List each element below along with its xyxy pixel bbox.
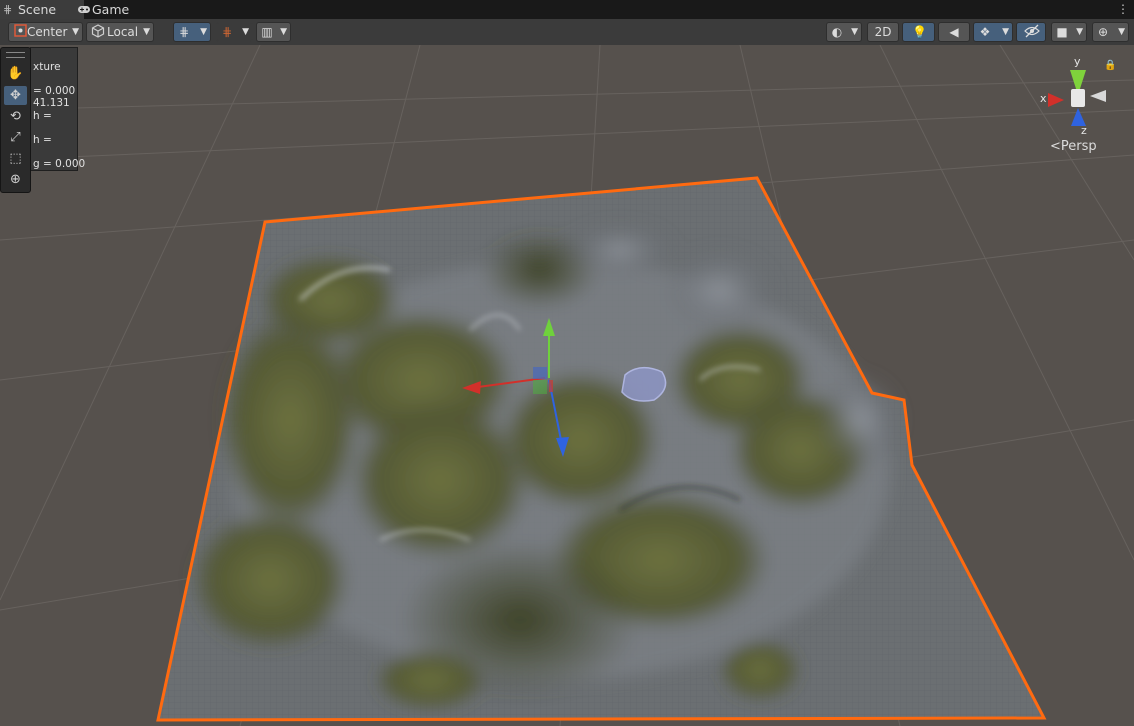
projection-label: Persp xyxy=(1060,139,1097,154)
toggle-2d-label: 2D xyxy=(874,25,892,39)
rect-icon: ⬚ xyxy=(9,151,22,166)
camera-dropdown[interactable]: ■ ▼ xyxy=(1051,22,1087,42)
gizmo-globe-icon: ⊕ xyxy=(1097,25,1109,39)
gamepad-icon xyxy=(77,3,90,16)
tools-panel: ✋ ✥ ⟲ ⤢ ⬚ ⊕ xyxy=(0,47,31,193)
lighting-toggle[interactable]: 💡 xyxy=(902,22,935,42)
lightbulb-icon: 💡 xyxy=(912,25,927,39)
overlay-info-panel: xture = 0.000 41.131 h = h = g = 0.000 xyxy=(30,47,85,171)
pivot-center-icon xyxy=(13,24,27,40)
overlay-line-2: = 0.000 xyxy=(33,85,76,97)
scale-icon: ⤢ xyxy=(10,130,21,145)
selected-rock[interactable] xyxy=(621,366,667,402)
lock-icon[interactable]: 🔒 xyxy=(1104,60,1116,72)
chevron-down-icon: ▼ xyxy=(1076,27,1083,37)
chevron-down-icon: ▼ xyxy=(143,27,150,37)
scale-tool-button[interactable]: ⤢ xyxy=(4,128,27,147)
tab-game-label: Game xyxy=(92,2,130,17)
effects-icon: ❖ xyxy=(979,25,991,39)
persp-chevron-icon: < xyxy=(1050,139,1061,154)
scene-visibility-toggle[interactable] xyxy=(1016,22,1046,42)
hand-icon: ✋ xyxy=(7,66,24,81)
transform-icon: ⊕ xyxy=(10,172,21,187)
axis-y-label: y xyxy=(1074,55,1081,68)
tab-game[interactable]: Game xyxy=(74,0,152,19)
pivot-mode-label: Center xyxy=(27,25,68,39)
pivot-rotation-label: Local xyxy=(107,25,139,39)
panel-drag-handle[interactable] xyxy=(6,52,25,58)
rect-tool-button[interactable]: ⬚ xyxy=(4,149,27,168)
grid-snap-icon: ⋕ xyxy=(178,25,190,39)
overlay-line-5: h = xyxy=(33,134,52,146)
chevron-down-icon: ▼ xyxy=(200,27,207,37)
overlay-line-4: h = xyxy=(33,110,52,122)
eye-off-icon xyxy=(1024,24,1040,40)
rotate-tool-button[interactable]: ⟲ xyxy=(4,107,27,126)
rotate-icon: ⟲ xyxy=(10,109,21,124)
shaded-sphere-icon: ◐ xyxy=(831,25,843,39)
scene-toolbar: Center ▼ Local ▼ ⋕ ▼ ⋕ ▼ ▥ ▼ ◐ ▼ 2D 💡 ◀ … xyxy=(0,2,1134,46)
grid-snapping-toggle[interactable]: ⋕ ▼ xyxy=(173,22,211,42)
speaker-muted-icon: ◀ xyxy=(949,25,959,39)
chevron-down-icon: ▼ xyxy=(1002,27,1009,37)
scene-viewport[interactable] xyxy=(0,45,1134,726)
axis-z-label: z xyxy=(1081,124,1087,137)
pivot-rotation-dropdown[interactable]: Local ▼ xyxy=(86,22,154,42)
toggle-2d-button[interactable]: 2D xyxy=(867,22,899,42)
overlay-line-3: 41.131 xyxy=(33,97,70,109)
camera-icon: ■ xyxy=(1056,25,1068,39)
move-icon: ✥ xyxy=(10,88,21,103)
snap-increment-icon: ⋕ xyxy=(221,25,233,39)
draw-mode-dropdown[interactable]: ◐ ▼ xyxy=(826,22,862,42)
hand-tool-button[interactable]: ✋ xyxy=(4,64,27,83)
gizmos-dropdown[interactable]: ⊕ ▼ xyxy=(1092,22,1129,42)
chevron-down-icon: ▼ xyxy=(242,27,249,37)
grid-icon: ⋕ xyxy=(3,3,13,16)
overlay-line-1: xture xyxy=(33,61,61,73)
projection-toggle[interactable]: <Persp xyxy=(1050,139,1097,154)
ruler-icon: ▥ xyxy=(261,25,273,39)
move-tool-button[interactable]: ✥ xyxy=(4,86,27,105)
pivot-mode-dropdown[interactable]: Center ▼ xyxy=(8,22,83,42)
overlay-line-6: g = 0.000 xyxy=(33,158,86,170)
audio-toggle[interactable]: ◀ xyxy=(938,22,970,42)
chevron-down-icon: ▼ xyxy=(1118,27,1125,37)
chevron-down-icon: ▼ xyxy=(72,27,79,37)
effects-dropdown[interactable]: ❖ ▼ xyxy=(973,22,1013,42)
tab-scene-label: Scene xyxy=(18,2,57,17)
transform-tool-button[interactable]: ⊕ xyxy=(4,170,27,189)
chevron-down-icon: ▼ xyxy=(851,27,858,37)
axis-x-label: x xyxy=(1040,92,1047,105)
tab-bar: ⋕ Scene Game xyxy=(0,0,1134,19)
cube-icon xyxy=(91,24,105,40)
align-dropdown[interactable]: ▥ ▼ xyxy=(256,22,291,42)
tab-scene[interactable]: ⋕ Scene xyxy=(0,0,84,19)
more-options-icon[interactable]: ⋮ xyxy=(1117,2,1129,16)
increment-snap-dropdown[interactable]: ⋕ ▼ xyxy=(216,22,253,42)
chevron-down-icon: ▼ xyxy=(280,27,287,37)
